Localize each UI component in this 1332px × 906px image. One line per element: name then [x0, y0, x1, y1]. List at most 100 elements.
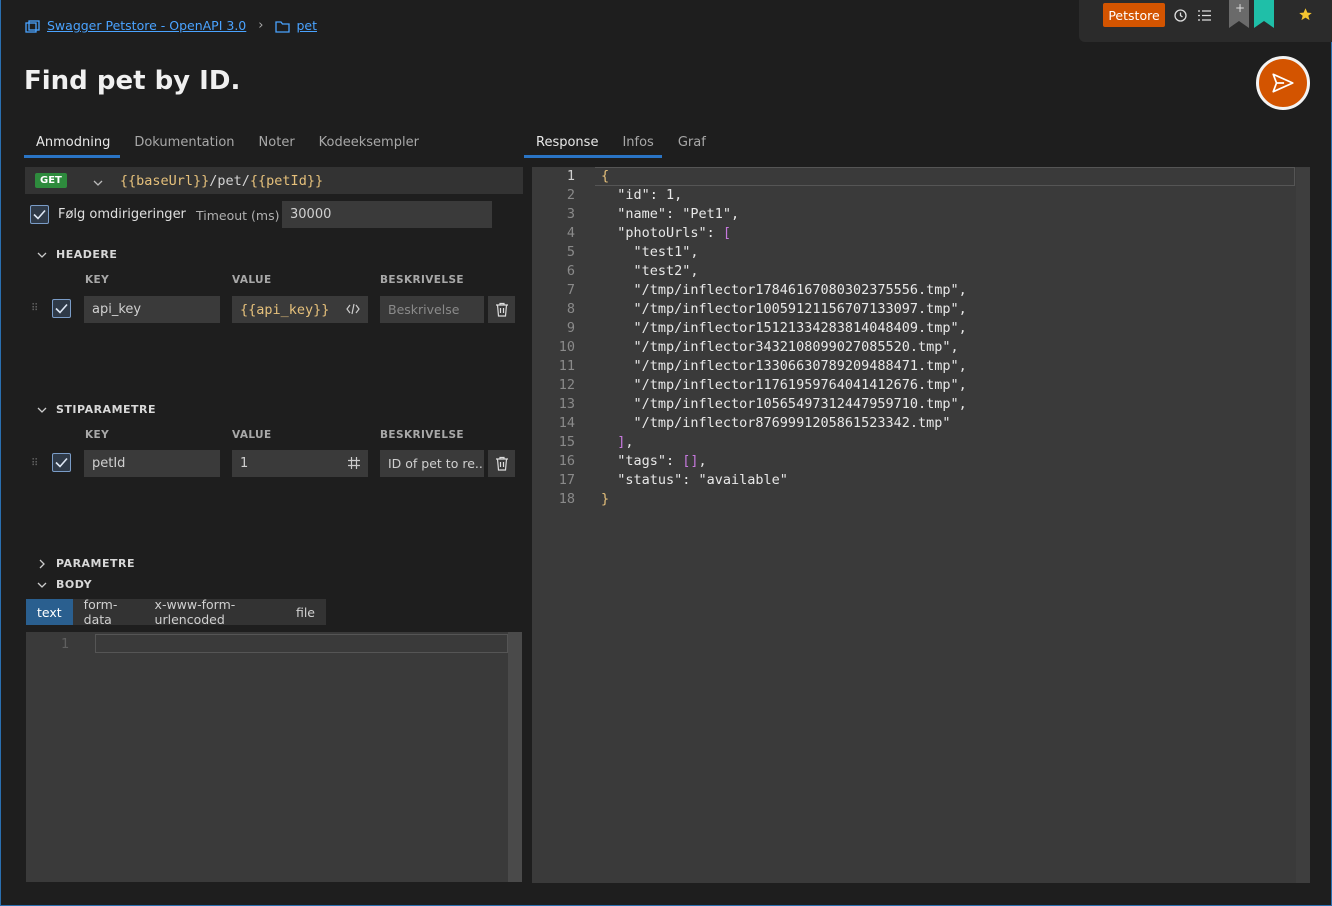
- response-line-number: 12: [558, 377, 575, 393]
- chevron-down-icon: [37, 407, 47, 413]
- response-line-number: 11: [558, 358, 575, 374]
- response-scrollbar[interactable]: [1296, 167, 1310, 883]
- response-line-number: 6: [566, 263, 575, 279]
- response-line-number: 2: [566, 187, 575, 203]
- body-editor[interactable]: 1: [26, 632, 522, 882]
- response-line-number: 3: [566, 206, 575, 222]
- header-desc-input[interactable]: Beskrivelse: [380, 296, 484, 323]
- send-icon: [1272, 73, 1294, 93]
- path-params-title: STIPARAMETRE: [56, 403, 157, 416]
- chevron-down-icon[interactable]: [93, 171, 103, 190]
- tab-dokumentation[interactable]: Dokumentation: [122, 130, 246, 159]
- chevron-right-icon: ›: [258, 18, 264, 34]
- response-line-numbers: 1 2 3 4 5 6 7 8 9 10 11 12 13 14 15 16 17 18: [532, 167, 575, 509]
- list-icon[interactable]: [1197, 8, 1212, 27]
- response-line: "test1",: [601, 244, 699, 260]
- breadcrumb-collection[interactable]: Swagger Petstore - OpenAPI 3.0: [47, 18, 246, 33]
- plus-label: +: [1235, 1, 1246, 15]
- param-value-input[interactable]: 1: [232, 450, 368, 477]
- folder-icon: [275, 18, 291, 33]
- checkmark-icon: [55, 457, 68, 468]
- timeout-label: Timeout (ms): [196, 208, 280, 223]
- environment-button[interactable]: Petstore: [1103, 3, 1165, 27]
- response-line: "id": 1,: [601, 187, 683, 203]
- param-value-text: 1: [240, 456, 249, 471]
- header-value-input[interactable]: {{api_key}}: [232, 296, 368, 323]
- headers-section-toggle[interactable]: HEADERE: [37, 248, 117, 261]
- request-tab-indicator: [24, 155, 120, 158]
- drag-handle-icon[interactable]: ⠿: [31, 303, 38, 314]
- header-key-input[interactable]: api_key: [84, 296, 220, 323]
- response-line-number: 10: [558, 339, 575, 355]
- response-viewer[interactable]: 1 2 3 4 5 6 7 8 9 10 11 12 13 14 15 16 17 18 { "id": 1, "…: [532, 167, 1310, 883]
- param-desc-input[interactable]: ID of pet to re...: [380, 450, 484, 477]
- query-params-section-toggle[interactable]: PARAMETRE: [37, 557, 135, 570]
- collection-icon: [25, 18, 41, 34]
- body-type-text[interactable]: text: [26, 599, 73, 625]
- params-col-key: KEY: [85, 429, 110, 441]
- star-icon[interactable]: [1298, 7, 1313, 26]
- url-input[interactable]: {{baseUrl}}/pet/{{petId}}: [120, 173, 323, 189]
- tab-kodeeksempler[interactable]: Kodeeksempler: [307, 130, 431, 159]
- response-line: "/tmp/inflector11761959764041412676.tmp"…: [601, 377, 967, 393]
- history-icon[interactable]: [1173, 8, 1188, 27]
- checkmark-icon: [33, 209, 46, 220]
- response-line-number: 17: [558, 472, 575, 488]
- response-line-number: 13: [558, 396, 575, 412]
- response-line-number: 16: [558, 453, 575, 469]
- breadcrumb: Swagger Petstore - OpenAPI 3.0 › pet: [25, 18, 317, 34]
- code-icon[interactable]: [346, 302, 360, 320]
- body-type-urlencoded[interactable]: x-www-form-urlencoded: [144, 597, 285, 627]
- response-line: ],: [617, 434, 634, 450]
- param-row-checkbox[interactable]: [52, 453, 71, 472]
- body-line-number: 1: [60, 636, 69, 652]
- response-line: "/tmp/inflector3432108099027085520.tmp",: [601, 339, 959, 355]
- response-line: "/tmp/inflector15121334283814048409.tmp"…: [601, 320, 967, 336]
- query-params-title: PARAMETRE: [56, 557, 135, 570]
- chevron-right-icon: [39, 559, 45, 568]
- response-line: "name": "Pet1",: [601, 206, 740, 222]
- param-key-input[interactable]: petId: [84, 450, 220, 477]
- body-title: BODY: [56, 578, 93, 591]
- response-line-number: 7: [566, 282, 575, 298]
- response-tab-indicator: [524, 155, 662, 158]
- url-var-petid: {{petId}}: [249, 172, 324, 189]
- response-line: {: [601, 168, 610, 184]
- trash-icon: [495, 456, 508, 471]
- response-line-number: 5: [566, 244, 575, 260]
- response-line-number: 9: [566, 320, 575, 336]
- timeout-input[interactable]: 30000: [282, 201, 492, 228]
- chevron-down-icon: [37, 582, 47, 588]
- body-type-file[interactable]: file: [285, 599, 326, 625]
- hash-icon[interactable]: [347, 456, 361, 474]
- method-badge[interactable]: GET: [35, 173, 67, 188]
- header-row-checkbox[interactable]: [52, 299, 71, 318]
- response-line: "tags": [],: [601, 453, 707, 469]
- response-line-number: 8: [566, 301, 575, 317]
- chevron-down-icon: [37, 252, 47, 258]
- send-button[interactable]: [1256, 56, 1310, 110]
- delete-header-button[interactable]: [488, 296, 515, 323]
- header-value-text: {{api_key}}: [240, 301, 330, 318]
- body-scrollbar[interactable]: [508, 632, 522, 882]
- params-col-value: VALUE: [232, 429, 272, 441]
- response-line: "test2",: [601, 263, 699, 279]
- path-params-section-toggle[interactable]: STIPARAMETRE: [37, 403, 156, 416]
- tab-graf[interactable]: Graf: [666, 130, 718, 159]
- body-type-tabs: text form-data x-www-form-urlencoded fil…: [26, 597, 326, 627]
- response-line-number: 1: [566, 168, 575, 184]
- delete-param-button[interactable]: [488, 450, 515, 477]
- url-bar: GET {{baseUrl}}/pet/{{petId}}: [25, 167, 523, 194]
- breadcrumb-folder[interactable]: pet: [296, 18, 317, 33]
- tab-noter[interactable]: Noter: [247, 130, 307, 159]
- body-type-form-data[interactable]: form-data: [73, 597, 144, 627]
- drag-handle-icon[interactable]: ⠿: [31, 458, 38, 469]
- response-line: "/tmp/inflector8769991205861523342.tmp": [601, 415, 951, 431]
- headers-col-value: VALUE: [232, 274, 272, 286]
- follow-redirects-checkbox[interactable]: [30, 205, 49, 224]
- body-section-toggle[interactable]: BODY: [37, 578, 92, 591]
- response-line: "/tmp/inflector10565497312447959710.tmp"…: [601, 396, 967, 412]
- response-line: "/tmp/inflector13306630789209488471.tmp"…: [601, 358, 967, 374]
- page-title: Find pet by ID.: [24, 66, 241, 96]
- headers-col-desc: BESKRIVELSE: [380, 274, 464, 286]
